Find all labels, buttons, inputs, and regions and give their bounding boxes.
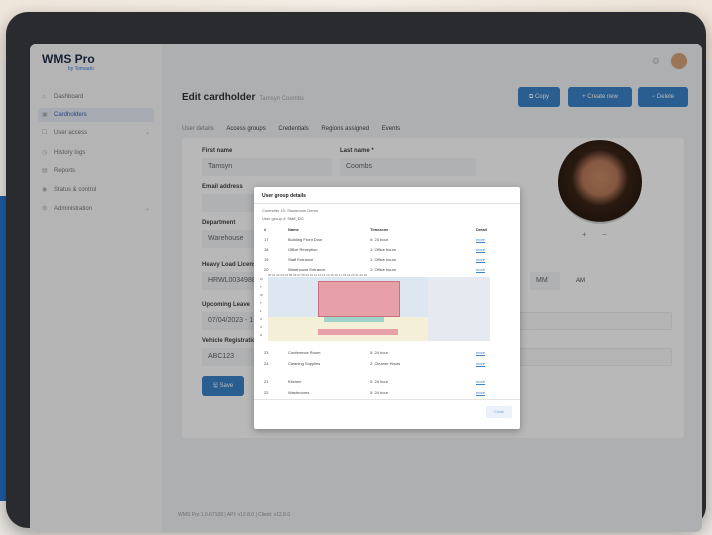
app-screen: WMS Pro by Tomaato ⌂ Dashboard ▣ Cardholde… [30,44,702,532]
table-row: 17 Building Front Door 0: 24 hour more [264,237,486,242]
user-group-text: User group 4: Staff_DG [262,216,304,221]
user-group-modal: User group details Controller 10: Showro… [254,187,520,429]
more-link[interactable]: more [476,379,485,384]
close-button[interactable]: Close [486,406,512,418]
modal-title: User group details [262,193,306,199]
schedule-day-label: M [260,277,263,281]
table-row: 24 Cleaning Supplies 2: Cleaner Hours more [264,361,486,366]
table-row: 19 Staff Entrance 1: Office hours more [264,257,486,262]
schedule-block-holiday [318,329,398,335]
schedule-block-cleaner [324,317,384,322]
divider [254,399,520,400]
table-row: 22 Washrooms 0: 24 hour more [264,390,486,395]
schedule-day-label: W [260,293,263,297]
col-header-name: Name [288,227,299,232]
col-header-timezone: Timezone [370,227,389,232]
more-link[interactable]: more [476,267,485,272]
divider [254,203,520,204]
schedule-empty-area [428,277,490,341]
schedule-block-office [318,281,400,317]
table-row: 21 Kitchen 0: 24 hour more [264,379,486,384]
schedule-day-label: S [260,325,263,329]
more-link[interactable]: more [476,390,485,395]
more-link[interactable]: more [476,247,485,252]
more-link[interactable]: more [476,350,485,355]
schedule-day-label: S [260,317,263,321]
schedule-grid: MTWTFSSH [260,277,490,341]
tablet-frame: WMS Pro by Tomaato ⌂ Dashboard ▣ Cardholde… [6,12,706,532]
schedule-day-label: H [260,333,263,337]
more-link[interactable]: more [476,237,485,242]
schedule-day-label: T [260,285,262,289]
schedule-day-label: T [260,301,262,305]
table-row: 23 Conference Room 0: 24 hour more [264,350,486,355]
schedule-day-label: F [260,309,262,313]
col-header-detail: Detail [476,227,487,232]
more-link[interactable]: more [476,257,485,262]
col-header-number: # [264,227,267,232]
table-row: 18 Office Reception 1: Office hours more [264,247,486,252]
controller-text: Controller 10: Showroom Demo [262,208,319,213]
more-link[interactable]: more [476,361,485,366]
table-row: 20 Warehouse Entrance 1: Office hours more [264,267,486,272]
